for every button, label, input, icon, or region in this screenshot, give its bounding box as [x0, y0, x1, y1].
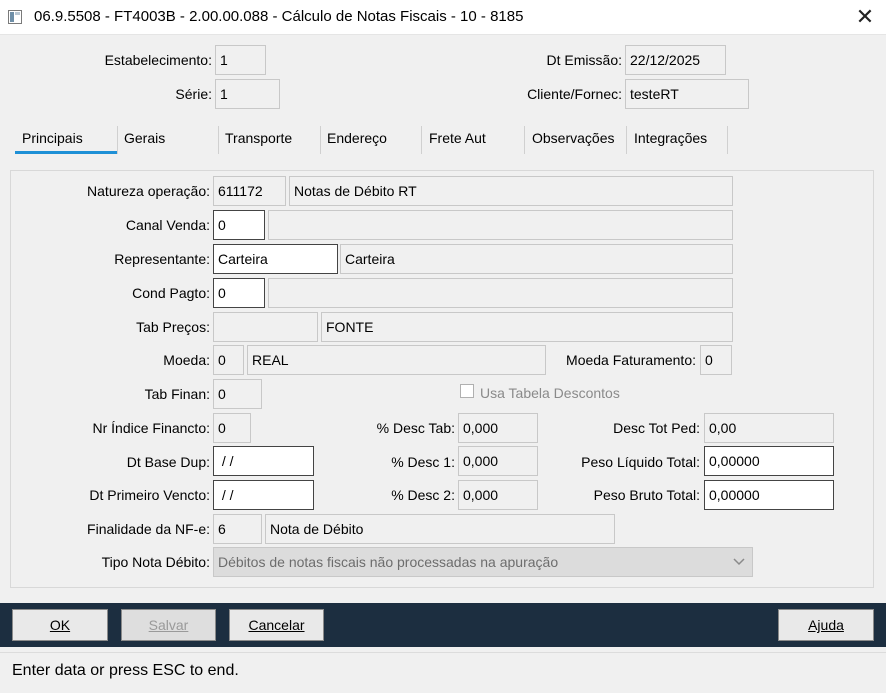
cond-pagto-label: Cond Pagto:: [132, 285, 210, 301]
tipo-nota-debito-label: Tipo Nota Débito:: [101, 554, 210, 570]
natureza-label: Natureza operação:: [87, 183, 210, 199]
peso-bruto-field[interactable]: 0,00000: [704, 480, 834, 510]
chevron-down-icon: [733, 558, 745, 566]
natureza-code-field[interactable]: 611172: [213, 176, 286, 206]
window-title: 06.9.5508 - FT4003B - 2.00.00.088 - Cálc…: [34, 8, 524, 25]
peso-liquido-field[interactable]: 0,00000: [704, 446, 834, 476]
cond-pagto-desc-field: [268, 278, 733, 308]
usa-tabela-descontos-checkbox[interactable]: [460, 384, 474, 398]
ok-button-label: OK: [49, 617, 71, 633]
peso-bruto-label: Peso Bruto Total:: [593, 487, 700, 503]
status-text: Enter data or press ESC to end.: [12, 662, 239, 679]
tipo-nota-debito-select[interactable]: Débitos de notas fiscais não processadas…: [213, 547, 753, 577]
representante-desc-field: Carteira: [340, 244, 733, 274]
tab-divider: [626, 126, 627, 154]
desc-tot-ped-field: 0,00: [704, 413, 834, 443]
dt-base-dup-field[interactable]: / /: [213, 446, 314, 476]
close-icon[interactable]: ✕: [852, 4, 878, 30]
cancelar-button-label: Cancelar: [248, 617, 305, 633]
cliente-field[interactable]: testeRT: [625, 79, 749, 109]
representante-code-field[interactable]: Carteira: [213, 244, 338, 274]
dt-primeiro-vencto-field[interactable]: / /: [213, 480, 314, 510]
tab-finan-field[interactable]: 0: [213, 379, 262, 409]
tab-precos-desc-field: FONTE: [321, 312, 733, 342]
tab-divider: [117, 126, 118, 154]
dt-emissao-label: Dt Emissão:: [546, 52, 622, 68]
finalidade-desc-field: Nota de Débito: [265, 514, 615, 544]
representante-label: Representante:: [114, 251, 210, 267]
cancelar-button[interactable]: Cancelar: [229, 609, 324, 641]
canal-code-field[interactable]: 0: [213, 210, 265, 240]
tab-frete-aut[interactable]: Frete Aut: [429, 130, 486, 152]
natureza-desc-field: Notas de Débito RT: [289, 176, 733, 206]
finalidade-code-field[interactable]: 6: [213, 514, 262, 544]
moeda-label: Moeda:: [163, 352, 210, 368]
tab-precos-label: Tab Preços:: [136, 319, 210, 335]
tab-divider: [524, 126, 525, 154]
ajuda-button[interactable]: Ajuda: [778, 609, 874, 641]
tab-finan-label: Tab Finan:: [144, 386, 210, 402]
desc-1-label: % Desc 1:: [391, 454, 455, 470]
moeda-faturamento-label: Moeda Faturamento:: [566, 352, 696, 368]
tab-endereco[interactable]: Endereço: [327, 130, 387, 152]
salvar-button: Salvar: [121, 609, 216, 641]
desc-tab-field: 0,000: [458, 413, 538, 443]
dt-emissao-field[interactable]: 22/12/2025: [625, 45, 726, 75]
moeda-faturamento-field[interactable]: 0: [700, 345, 732, 375]
serie-field[interactable]: 1: [215, 79, 280, 109]
desc-2-label: % Desc 2:: [391, 487, 455, 503]
tab-divider: [421, 126, 422, 154]
active-tab-indicator: [15, 151, 117, 154]
desc-1-field: 0,000: [458, 446, 538, 476]
tab-divider: [727, 126, 728, 154]
usa-tabela-descontos-label: Usa Tabela Descontos: [480, 385, 620, 401]
tab-divider: [320, 126, 321, 154]
tab-principais[interactable]: Principais: [22, 130, 83, 152]
desc-2-field: 0,000: [458, 480, 538, 510]
ok-button[interactable]: OK: [12, 609, 108, 641]
canal-label: Canal Venda:: [125, 217, 210, 233]
dt-primeiro-vencto-label: Dt Primeiro Vencto:: [89, 487, 210, 503]
cond-pagto-code-field[interactable]: 0: [213, 278, 265, 308]
desc-tab-label: % Desc Tab:: [376, 420, 455, 436]
tab-divider: [218, 126, 219, 154]
ajuda-button-label: Ajuda: [808, 617, 844, 633]
moeda-desc-field: REAL: [247, 345, 546, 375]
salvar-button-label: Salvar: [148, 617, 189, 633]
peso-liquido-label: Peso Líquido Total:: [581, 454, 700, 470]
finalidade-label: Finalidade da NF-e:: [87, 521, 210, 537]
nr-indice-label: Nr Índice Financto:: [92, 420, 211, 436]
tab-observacoes[interactable]: Observações: [532, 130, 614, 152]
estabelecimento-field[interactable]: 1: [215, 45, 266, 75]
serie-label: Série:: [175, 86, 212, 102]
tab-transporte[interactable]: Transporte: [225, 130, 292, 152]
tab-gerais[interactable]: Gerais: [124, 130, 165, 152]
app-icon: [8, 10, 22, 24]
moeda-code-field[interactable]: 0: [213, 345, 244, 375]
tab-precos-code-field[interactable]: [213, 312, 318, 342]
dt-base-dup-label: Dt Base Dup:: [126, 454, 210, 470]
nr-indice-field[interactable]: 0: [213, 413, 251, 443]
tab-integracoes[interactable]: Integrações: [634, 130, 707, 152]
desc-tot-ped-label: Desc Tot Ped:: [613, 420, 700, 436]
cliente-label: Cliente/Fornec:: [527, 86, 622, 102]
estabelecimento-label: Estabelecimento:: [104, 52, 212, 68]
canal-desc-field: [268, 210, 733, 240]
